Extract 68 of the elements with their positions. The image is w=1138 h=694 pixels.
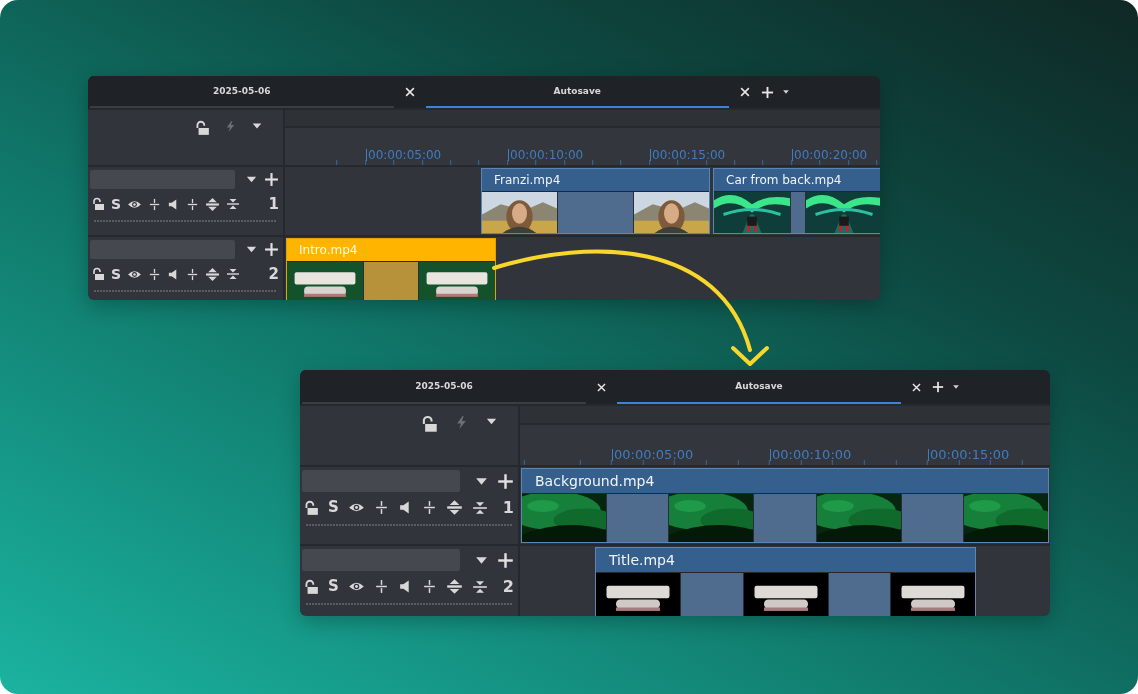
expand-icon[interactable]	[205, 196, 221, 212]
collapse-icon[interactable]	[226, 197, 241, 211]
split-icon[interactable]	[373, 500, 389, 515]
solo-button[interactable]: S	[111, 197, 122, 211]
solo-button[interactable]: S	[111, 267, 122, 281]
collapse-icon[interactable]	[471, 578, 488, 595]
frame-placeholder	[901, 494, 963, 542]
tab[interactable]: 2025-05-06	[302, 370, 586, 404]
expand-icon[interactable]	[445, 499, 463, 516]
plus-icon[interactable]	[264, 172, 279, 187]
timecode-label: 00:00:15:00	[650, 149, 726, 161]
track-number: 1	[502, 498, 514, 517]
split-icon[interactable]	[148, 197, 162, 211]
timecode-label: 00:00:05:00	[612, 449, 694, 461]
clip-name: Franzi.mp4	[493, 172, 562, 189]
clip-name: Title.mp4	[608, 551, 676, 570]
timecode-label: 00:00:05:00	[366, 149, 442, 161]
lightning-icon[interactable]	[224, 120, 237, 133]
clip-name: Intro.mp4	[298, 242, 359, 259]
expand-icon[interactable]	[445, 578, 463, 595]
track-number: 2	[502, 577, 514, 596]
close-icon[interactable]	[911, 381, 922, 393]
lock-icon[interactable]	[194, 120, 210, 136]
frame-placeholder	[681, 573, 743, 616]
frame-placeholder	[364, 262, 418, 300]
track-number: 1	[268, 195, 279, 213]
clip-name: Background.mp4	[534, 472, 656, 491]
frame-placeholder	[828, 573, 890, 616]
clip-name: Car from back.mp4	[725, 172, 843, 189]
frame-placeholder	[754, 494, 816, 542]
frame-placeholder	[791, 192, 805, 233]
split-icon[interactable]	[148, 267, 162, 281]
plus-icon[interactable]	[761, 85, 774, 99]
plus-icon[interactable]	[497, 551, 514, 569]
timecode-label: 00:00:15:00	[928, 449, 1010, 461]
plus-icon[interactable]	[497, 472, 514, 490]
lock-icon[interactable]	[91, 267, 105, 281]
lock-icon[interactable]	[420, 415, 438, 433]
close-icon[interactable]	[596, 381, 607, 393]
plus-icon[interactable]	[932, 381, 944, 393]
solo-button[interactable]: S	[328, 500, 339, 515]
lock-icon[interactable]	[303, 578, 319, 595]
lock-icon[interactable]	[303, 499, 319, 516]
video-clip[interactable]: Title.mp4	[595, 547, 976, 616]
caret-icon[interactable]	[952, 383, 960, 391]
split-icon[interactable]	[421, 500, 437, 515]
plus-icon[interactable]	[264, 242, 279, 257]
frame-placeholder	[607, 494, 669, 542]
collapse-icon[interactable]	[471, 499, 488, 516]
video-clip[interactable]: Franzi.mp4	[481, 168, 710, 234]
video-clip[interactable]: Car from back.mp4	[713, 168, 880, 234]
tab[interactable]: 2025-05-06	[90, 76, 394, 108]
expand-icon[interactable]	[205, 266, 221, 282]
caret-icon[interactable]	[782, 88, 790, 96]
solo-button[interactable]: S	[328, 579, 339, 594]
video-clip[interactable]: Background.mp4	[521, 468, 1049, 543]
close-icon[interactable]	[739, 86, 751, 98]
split-icon[interactable]	[186, 267, 200, 281]
collapse-icon[interactable]	[226, 267, 241, 281]
split-icon[interactable]	[373, 579, 389, 594]
timecode-label: 00:00:20:00	[792, 149, 868, 161]
track-number: 2	[268, 265, 279, 283]
close-icon[interactable]	[403, 86, 416, 98]
split-icon[interactable]	[186, 197, 200, 211]
lock-icon[interactable]	[91, 197, 105, 211]
timecode-label: 00:00:10:00	[770, 449, 852, 461]
timecode-label: 00:00:10:00	[508, 149, 584, 161]
split-icon[interactable]	[421, 579, 437, 594]
